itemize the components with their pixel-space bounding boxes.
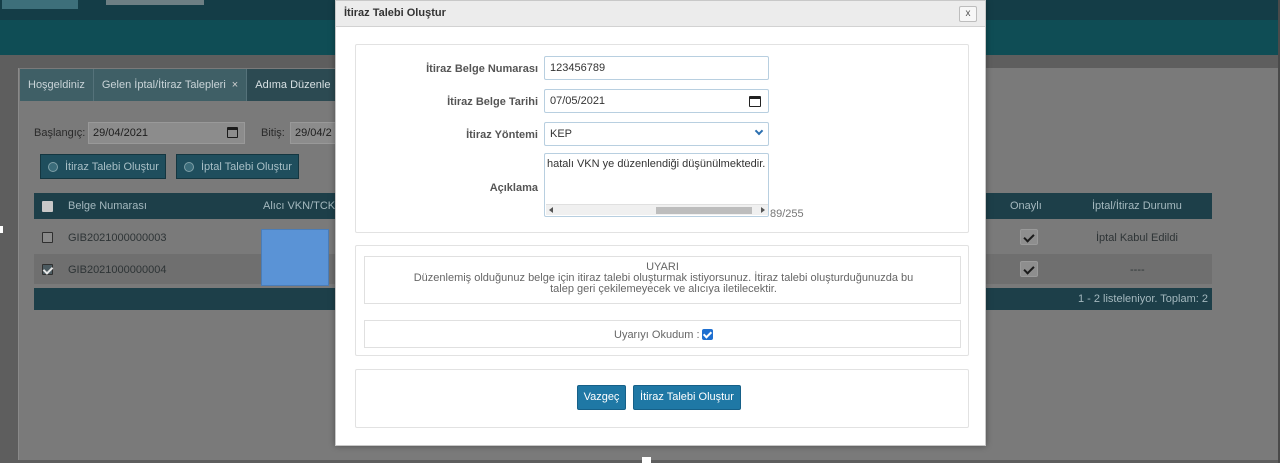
scroll-thumb[interactable] <box>656 207 752 214</box>
doc-no-label: İtiraz Belge Numarası <box>426 63 538 75</box>
end-date-label: Bitiş: <box>261 127 285 139</box>
tab-welcome[interactable]: Hoşgeldiniz <box>20 69 94 101</box>
method-label: İtiraz Yöntemi <box>466 129 538 141</box>
circle-icon <box>184 162 194 172</box>
header-receiver[interactable]: Alıcı VKN/TCK <box>263 200 335 212</box>
doc-date-value: 07/05/2021 <box>550 95 606 107</box>
resize-handle <box>642 457 651 463</box>
warning-box: UYARI Düzenlemiş olduğunuz belge için it… <box>364 256 961 304</box>
doc-date-input[interactable]: 07/05/2021 <box>544 89 769 113</box>
warning-section: UYARI Düzenlemiş olduğunuz belge için it… <box>355 245 969 356</box>
row-status: ---- <box>1130 264 1145 276</box>
approved-check-icon <box>1020 261 1038 277</box>
objection-request-button[interactable]: İtiraz Talebi Oluştur <box>40 154 166 179</box>
row-doc-no: GIB2021000000003 <box>68 232 167 244</box>
approved-check-icon <box>1020 229 1038 245</box>
doc-no-value: 123456789 <box>550 62 606 74</box>
doc-no-input[interactable]: 123456789 <box>544 56 769 80</box>
tab-incoming-requests[interactable]: Gelen İptal/İtiraz Talepleri × <box>93 69 248 101</box>
cancel-request-button[interactable]: İptal Talebi Oluştur <box>176 154 299 179</box>
method-select[interactable]: KEP <box>544 122 769 146</box>
start-date-value: 29/04/2021 <box>93 127 149 139</box>
chevron-down-icon <box>754 126 764 136</box>
end-date-input[interactable]: 29/04/2 <box>290 122 336 144</box>
pagination-summary: 1 - 2 listeleniyor. Toplam: 2 <box>1077 293 1208 305</box>
description-textarea[interactable]: hatalı VKN ye düzenlendiği düşünülmekted… <box>544 153 769 217</box>
scroll-left-icon[interactable] <box>549 207 553 213</box>
header-approved[interactable]: Onaylı <box>1010 200 1042 212</box>
tab-label: Gelen İptal/İtiraz Talepleri <box>101 79 226 91</box>
highlight-block <box>261 229 329 286</box>
doc-date-label: İtiraz Belge Tarihi <box>447 96 538 108</box>
char-counter: 89/255 <box>770 208 804 220</box>
read-confirmation: Uyarıyı Okudum : <box>364 320 961 348</box>
calendar-icon[interactable] <box>227 127 238 138</box>
scroll-right-icon[interactable] <box>761 207 765 213</box>
end-date-value: 29/04/2 <box>295 127 332 139</box>
row-doc-no: GIB2021000000004 <box>68 264 167 276</box>
dialog-header: İtiraz Talebi Oluştur x <box>336 1 985 27</box>
method-value: KEP <box>550 128 573 140</box>
cancel-button[interactable]: Vazgeç <box>577 385 626 410</box>
tab-label: Adıma Düzenle <box>255 79 331 91</box>
tab-bar: Hoşgeldiniz Gelen İptal/İtiraz Talepleri… <box>20 69 340 101</box>
header-doc-no[interactable]: Belge Numarası <box>68 200 147 212</box>
description-label: Açıklama <box>489 182 538 194</box>
horizontal-scrollbar[interactable] <box>546 204 768 215</box>
tab-label: Hoşgeldiniz <box>28 79 85 91</box>
top-bar-block <box>2 0 78 9</box>
objection-request-dialog: İtiraz Talebi Oluştur x İtiraz Belge Num… <box>335 0 986 446</box>
dialog-title: İtiraz Talebi Oluştur <box>344 7 446 19</box>
description-text: hatalı VKN ye düzenlendiği düşünülmekted… <box>547 158 766 170</box>
actions-section: Vazgeç İtiraz Talebi Oluştur <box>355 369 969 428</box>
form-section: İtiraz Belge Numarası 123456789 İtiraz B… <box>355 44 969 233</box>
header-status[interactable]: İptal/İtiraz Durumu <box>1092 200 1182 212</box>
calendar-icon[interactable] <box>749 96 761 107</box>
read-confirmation-checkbox[interactable] <box>702 329 713 340</box>
button-label: İptal Talebi Oluştur <box>201 161 292 173</box>
circle-icon <box>48 162 58 172</box>
resize-handle <box>0 226 3 233</box>
tab-issued-documents[interactable]: Adıma Düzenle <box>247 69 340 101</box>
select-all-checkbox[interactable] <box>42 201 53 212</box>
button-label: İtiraz Talebi Oluştur <box>65 161 159 173</box>
close-button[interactable]: x <box>959 6 977 22</box>
tab-close-icon[interactable]: × <box>232 79 238 91</box>
read-confirmation-label: Uyarıyı Okudum : <box>614 329 700 341</box>
warning-text: Düzenlemiş olduğunuz belge için itiraz t… <box>413 272 914 295</box>
row-checkbox[interactable] <box>42 264 53 275</box>
row-status: İptal Kabul Edildi <box>1096 232 1178 244</box>
row-checkbox[interactable] <box>42 232 53 243</box>
submit-objection-button[interactable]: İtiraz Talebi Oluştur <box>633 385 741 410</box>
start-date-label: Başlangıç: <box>34 127 86 139</box>
start-date-input[interactable]: 29/04/2021 <box>88 122 245 144</box>
top-bar-block <box>106 0 204 5</box>
